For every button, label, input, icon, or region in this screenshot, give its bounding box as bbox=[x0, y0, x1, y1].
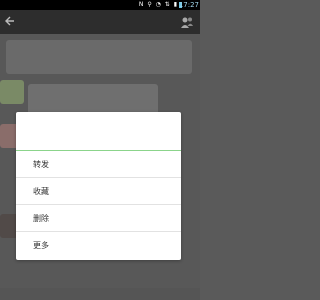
menu-item-forward[interactable]: 转发 bbox=[16, 151, 181, 178]
menu-header bbox=[16, 112, 181, 151]
back-arrow-icon[interactable] bbox=[4, 15, 16, 27]
status-time: 17:27 bbox=[178, 1, 199, 9]
input-bar bbox=[0, 288, 200, 300]
menu-item-favorite[interactable]: 收藏 bbox=[16, 178, 181, 205]
status-icons: N ⚲ ◔ ⇅ ▮ bbox=[138, 1, 178, 8]
status-bar: N ⚲ ◔ ⇅ ▮ 17:27 bbox=[0, 0, 200, 10]
contacts-icon[interactable] bbox=[180, 15, 194, 29]
menu-item-more[interactable]: 更多 bbox=[16, 232, 181, 259]
context-menu: 转发 收藏 删除 更多 bbox=[16, 112, 181, 260]
title-bar bbox=[0, 10, 200, 34]
menu-item-delete[interactable]: 删除 bbox=[16, 205, 181, 232]
avatar[interactable] bbox=[0, 80, 24, 104]
system-message bbox=[6, 40, 192, 74]
